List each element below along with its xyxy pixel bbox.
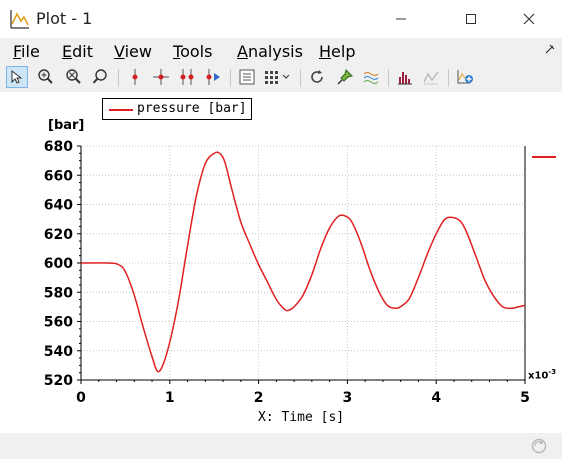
menu-bar: File Edit View Tools Analysis Help bbox=[0, 38, 562, 64]
status-bar bbox=[0, 433, 562, 459]
x-tick-label: 3 bbox=[343, 390, 353, 406]
properties-icon bbox=[239, 69, 255, 85]
y-tick-label: 640 bbox=[44, 198, 73, 214]
window-title: Plot - 1 bbox=[36, 9, 93, 28]
x-tick-label: 2 bbox=[254, 390, 264, 406]
y-tick-label: 680 bbox=[44, 139, 73, 155]
pin-icon[interactable] bbox=[544, 43, 556, 55]
y-axis-unit: [bar] bbox=[48, 118, 85, 133]
y-tick-label: 580 bbox=[44, 285, 73, 301]
dual-marker-icon bbox=[180, 69, 194, 85]
y-tick-label: 540 bbox=[44, 344, 73, 360]
plot-disabled-icon bbox=[423, 71, 439, 85]
add-plot-icon bbox=[457, 70, 473, 84]
plot-area[interactable]: 520 540 560 580 600 620 640 660 680 0 1 2 3 4 5 pressu… bbox=[0, 92, 562, 433]
marker-next-button[interactable] bbox=[202, 66, 224, 88]
menu-tools[interactable]: Tools bbox=[173, 42, 212, 61]
maximize-icon bbox=[466, 14, 476, 24]
y-tick-label: 600 bbox=[44, 256, 73, 272]
menu-view[interactable]: View bbox=[114, 42, 152, 61]
refresh-icon bbox=[311, 70, 323, 83]
zoom-out-icon bbox=[66, 69, 81, 84]
toolbar-separator bbox=[118, 69, 119, 87]
y-tick-label: 560 bbox=[44, 315, 73, 331]
histogram-icon bbox=[398, 72, 412, 85]
menu-file[interactable]: File bbox=[13, 42, 40, 61]
plot-app-icon bbox=[10, 10, 29, 29]
marker-icon bbox=[132, 69, 138, 85]
histogram-button[interactable] bbox=[394, 66, 416, 88]
waves-button[interactable] bbox=[360, 66, 382, 88]
zoom-reset-icon bbox=[92, 69, 107, 84]
x-axis-exponent: x10-3 bbox=[528, 368, 557, 382]
zoom-reset-button[interactable] bbox=[90, 66, 112, 88]
menu-help[interactable]: Help bbox=[319, 42, 355, 61]
add-plot-button[interactable] bbox=[454, 66, 476, 88]
line-chart: 520 540 560 580 600 620 640 660 680 0 1 2 3 4 5 bbox=[44, 139, 530, 406]
x-tick-label: 1 bbox=[165, 390, 175, 406]
close-button[interactable] bbox=[506, 0, 552, 38]
minimize-icon bbox=[396, 18, 406, 20]
y-tick-label: 660 bbox=[44, 168, 73, 184]
legend-label: pressure [bar] bbox=[137, 101, 247, 116]
menu-edit[interactable]: Edit bbox=[62, 42, 93, 61]
properties-button[interactable] bbox=[236, 66, 258, 88]
y-tick-label: 520 bbox=[44, 373, 73, 389]
sync-status-icon bbox=[531, 438, 547, 454]
dual-marker-button[interactable] bbox=[176, 66, 198, 88]
toolbar-separator bbox=[388, 69, 389, 87]
close-icon bbox=[523, 13, 535, 25]
title-bar: Plot - 1 bbox=[0, 0, 562, 38]
waves-icon bbox=[363, 72, 379, 84]
toolbar-separator bbox=[230, 69, 231, 87]
y-tick-label: 620 bbox=[44, 227, 73, 243]
refresh-button[interactable] bbox=[306, 66, 328, 88]
grid-dropdown-button[interactable] bbox=[262, 66, 294, 88]
legend-swatch bbox=[109, 109, 133, 111]
zoom-in-button[interactable] bbox=[34, 66, 56, 88]
marker-button[interactable] bbox=[124, 66, 146, 88]
chart-legend[interactable]: pressure [bar] bbox=[102, 98, 252, 120]
menu-analysis[interactable]: Analysis bbox=[237, 42, 303, 61]
maximize-button[interactable] bbox=[448, 0, 494, 38]
crosshair-icon bbox=[153, 69, 169, 85]
zoom-out-button[interactable] bbox=[62, 66, 84, 88]
x-axis-label: X: Time [s] bbox=[258, 410, 345, 425]
zoom-in-icon bbox=[38, 69, 53, 84]
plot-disabled-button[interactable] bbox=[420, 66, 442, 88]
toolbar bbox=[0, 64, 562, 92]
x-tick-label: 4 bbox=[431, 390, 441, 406]
grid-dropdown-icon bbox=[265, 71, 290, 84]
pin-icon bbox=[337, 69, 353, 85]
x-tick-label: 0 bbox=[76, 390, 86, 406]
crosshair-button[interactable] bbox=[150, 66, 172, 88]
marker-next-icon bbox=[206, 69, 220, 85]
toolbar-separator bbox=[448, 69, 449, 87]
minimize-button[interactable] bbox=[378, 0, 424, 38]
pin-tool-button[interactable] bbox=[334, 66, 356, 88]
x-tick-label: 5 bbox=[520, 390, 530, 406]
select-pointer-button[interactable] bbox=[6, 66, 28, 88]
series-line-pressure bbox=[80, 151, 526, 373]
toolbar-separator bbox=[300, 69, 301, 87]
series-marker-right bbox=[532, 156, 556, 158]
select-pointer-icon bbox=[11, 69, 23, 84]
